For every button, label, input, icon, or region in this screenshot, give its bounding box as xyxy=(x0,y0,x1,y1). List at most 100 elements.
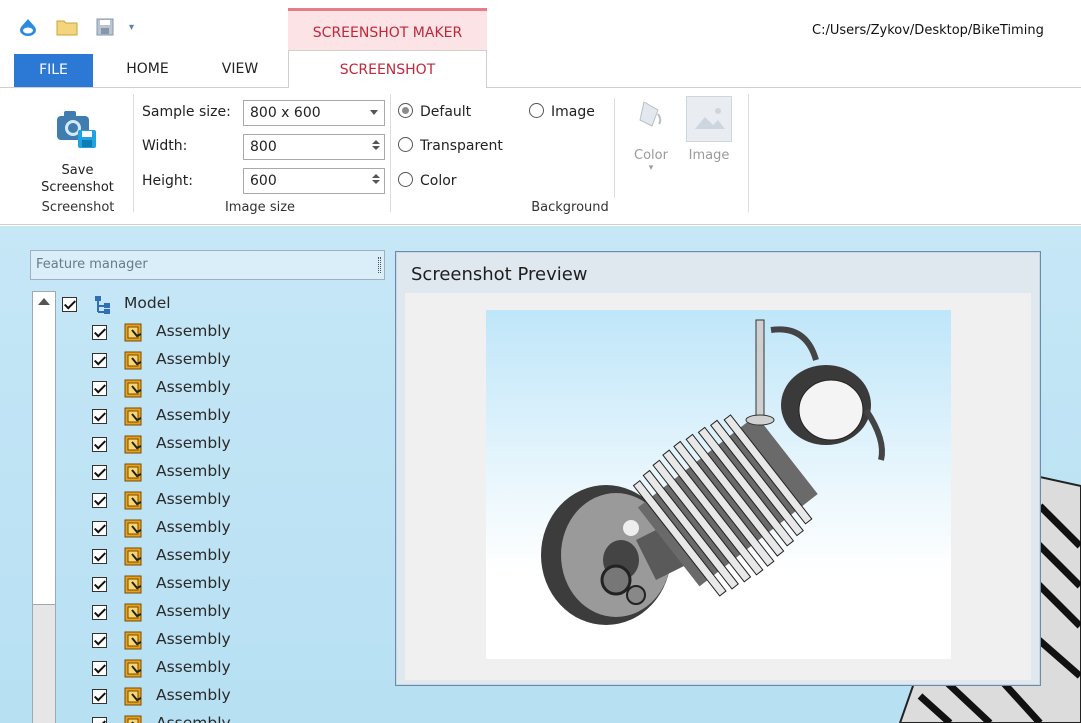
tab-screenshot[interactable]: SCREENSHOT xyxy=(288,50,487,89)
tree-item-assembly[interactable]: Assembly xyxy=(92,516,352,544)
height-value: 600 xyxy=(250,173,277,189)
sample-size-value: 800 x 600 xyxy=(250,105,321,121)
checkbox-checked-icon[interactable] xyxy=(92,409,107,424)
paint-bucket-icon xyxy=(636,96,666,142)
drag-handle-icon[interactable] xyxy=(378,257,381,273)
width-value: 800 xyxy=(250,139,277,155)
radio-empty-icon xyxy=(529,103,544,118)
tree-item-assembly[interactable]: Assembly xyxy=(92,488,352,516)
assembly-icon xyxy=(123,350,147,376)
tree-item-label: Assembly xyxy=(156,462,231,480)
scroll-up-arrow-icon[interactable] xyxy=(38,298,50,305)
file-path: C:/Users/Zykov/Desktop/BikeTiming xyxy=(812,23,1044,38)
radio-empty-icon xyxy=(398,137,413,152)
checkbox-checked-icon[interactable] xyxy=(92,437,107,452)
scrollbar-track[interactable] xyxy=(33,604,55,723)
color-radio-label: Color xyxy=(420,173,457,189)
chevron-down-icon: ▾ xyxy=(648,163,654,173)
tree-item-assembly[interactable]: Assembly xyxy=(92,684,352,712)
tree-item-label: Assembly xyxy=(156,686,231,704)
checkbox-checked-icon[interactable] xyxy=(92,353,107,368)
tree-item-assembly[interactable]: Assembly xyxy=(92,572,352,600)
background-group-label: Background xyxy=(531,200,609,215)
background-color-button[interactable]: Color ▾ xyxy=(626,96,676,173)
group-divider xyxy=(748,94,749,212)
checkbox-checked-icon[interactable] xyxy=(62,297,77,312)
tree-item-assembly[interactable]: Assembly xyxy=(92,404,352,432)
checkbox-checked-icon[interactable] xyxy=(92,325,107,340)
sample-size-dropdown[interactable]: 800 x 600 xyxy=(243,100,385,126)
checkbox-checked-icon[interactable] xyxy=(92,465,107,480)
transparent-radio-label: Transparent xyxy=(420,138,503,154)
camera-save-icon xyxy=(52,104,100,156)
tree-item-label: Assembly xyxy=(156,574,231,592)
app-logo-icon[interactable] xyxy=(18,18,38,40)
checkbox-checked-icon[interactable] xyxy=(92,661,107,676)
feature-manager-search[interactable]: Feature manager xyxy=(30,250,385,280)
group-divider xyxy=(133,94,134,212)
width-spinbox[interactable]: 800 xyxy=(243,134,385,160)
tree-item-assembly[interactable]: Assembly xyxy=(92,544,352,572)
preview-image xyxy=(486,310,951,659)
preview-title: Screenshot Preview xyxy=(411,264,588,285)
tree-item-assembly[interactable]: Assembly xyxy=(92,320,352,348)
tree-item-assembly[interactable]: Assembly xyxy=(92,656,352,684)
tree-item-assembly[interactable]: Assembly xyxy=(92,376,352,404)
workspace-viewport[interactable]: Feature manager Model Assembly Assembly As… xyxy=(0,226,1081,723)
save-screenshot-button[interactable]: Save Screenshot xyxy=(30,96,125,196)
checkbox-checked-icon[interactable] xyxy=(92,381,107,396)
save-disk-icon[interactable] xyxy=(96,18,114,40)
tree-item-label: Assembly xyxy=(156,434,231,452)
assembly-icon xyxy=(123,602,147,628)
height-stepper-icon[interactable] xyxy=(371,172,381,190)
height-spinbox[interactable]: 600 xyxy=(243,168,385,194)
assembly-icon xyxy=(123,434,147,460)
screenshot-preview-dialog: Screenshot Preview xyxy=(395,251,1041,686)
checkbox-checked-icon[interactable] xyxy=(92,717,107,723)
background-image-radio[interactable]: Image xyxy=(529,103,595,120)
tree-root-model[interactable]: Model xyxy=(62,292,362,320)
checkbox-checked-icon[interactable] xyxy=(92,633,107,648)
group-divider xyxy=(390,94,391,212)
save-screenshot-label: Save Screenshot xyxy=(30,162,125,196)
checkbox-checked-icon[interactable] xyxy=(92,549,107,564)
ribbon-tabs: FILE HOME VIEW SCREENSHOT xyxy=(0,50,1081,89)
width-stepper-icon[interactable] xyxy=(371,138,381,156)
tab-home[interactable]: HOME xyxy=(110,50,185,88)
image-size-group-label: Image size xyxy=(224,200,296,215)
sample-size-label: Sample size: xyxy=(142,104,231,120)
tree-item-assembly[interactable]: Assembly xyxy=(92,628,352,656)
tree-item-label: Assembly xyxy=(156,406,231,424)
tree-item-assembly[interactable]: Assembly xyxy=(92,432,352,460)
engine-model-image xyxy=(541,319,885,625)
tree-item-assembly[interactable]: Assembly xyxy=(92,600,352,628)
assembly-icon xyxy=(123,462,147,488)
checkbox-checked-icon[interactable] xyxy=(92,577,107,592)
assembly-icon xyxy=(123,658,147,684)
radio-empty-icon xyxy=(398,172,413,187)
tab-view[interactable]: VIEW xyxy=(203,50,277,88)
customize-toolbar-icon[interactable]: ▾ xyxy=(129,22,134,33)
checkbox-checked-icon[interactable] xyxy=(92,689,107,704)
title-bar: ▾ SCREENSHOT MAKER C:/Users/Zykov/Deskto… xyxy=(0,0,1081,50)
model-tree-icon xyxy=(92,294,112,320)
checkbox-checked-icon[interactable] xyxy=(92,605,107,620)
image-button-label: Image xyxy=(688,148,730,163)
checkbox-checked-icon[interactable] xyxy=(92,521,107,536)
background-transparent-radio[interactable]: Transparent xyxy=(398,137,503,154)
background-color-radio[interactable]: Color xyxy=(398,172,457,189)
checkbox-checked-icon[interactable] xyxy=(92,493,107,508)
assembly-icon xyxy=(123,490,147,516)
tree-item-assembly[interactable]: Assembly xyxy=(92,460,352,488)
tree-item-label: Assembly xyxy=(156,714,231,723)
tab-file[interactable]: FILE xyxy=(14,54,93,87)
open-folder-icon[interactable] xyxy=(56,18,78,40)
tree-item-assembly[interactable]: Assembly xyxy=(92,348,352,376)
screenshot-group-label: Screenshot xyxy=(41,200,115,215)
background-image-button[interactable]: Image xyxy=(684,96,734,163)
preview-frame xyxy=(405,293,1031,680)
image-radio-label: Image xyxy=(551,104,595,120)
tree-scrollbar[interactable] xyxy=(32,291,56,723)
background-default-radio[interactable]: Default xyxy=(398,103,471,120)
tree-item-assembly[interactable]: Assembly xyxy=(92,712,352,723)
